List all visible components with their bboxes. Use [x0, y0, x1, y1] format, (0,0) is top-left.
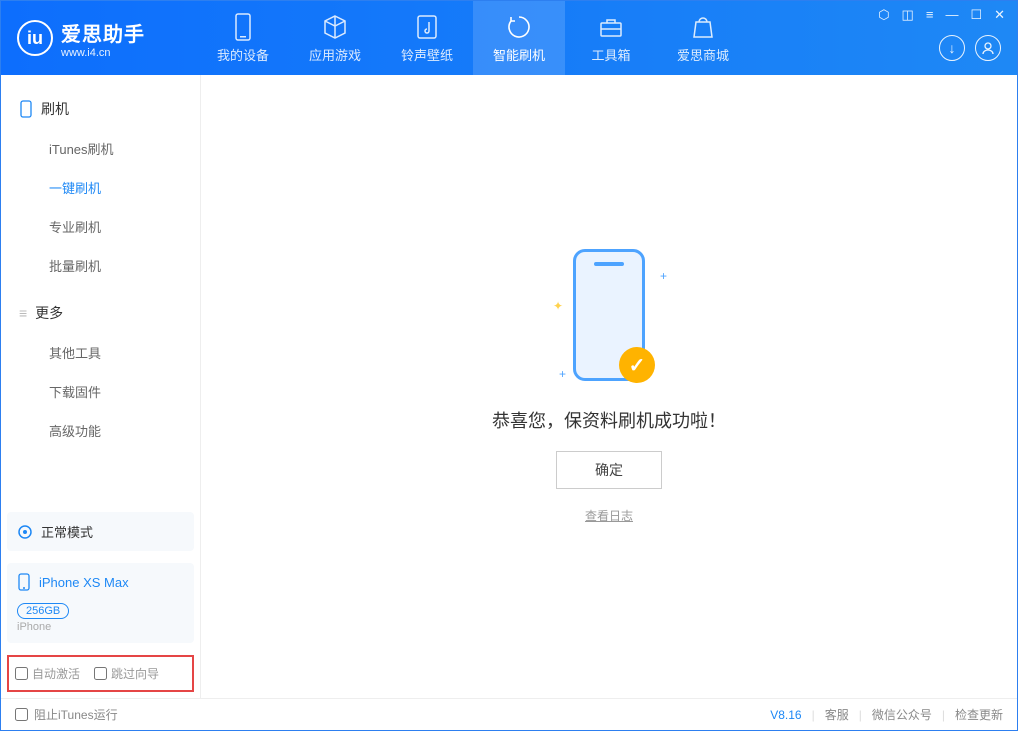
sidebar-head-label: 更多	[35, 303, 63, 323]
close-button[interactable]: ✕	[994, 7, 1005, 23]
menu-icon[interactable]: ≡	[926, 7, 934, 23]
device-mode: 正常模式	[17, 522, 184, 541]
tab-ringtones[interactable]: 铃声壁纸	[381, 1, 473, 75]
sidebar-section-flash: 刷机 iTunes刷机 一键刷机 专业刷机 批量刷机	[1, 89, 200, 285]
sidebar-head-label: 刷机	[41, 99, 69, 119]
auto-activate-checkbox[interactable]	[15, 667, 28, 680]
check-label: 跳过向导	[111, 665, 159, 682]
user-icons: ↓	[939, 35, 1005, 69]
main-tabs: 我的设备 应用游戏 铃声壁纸 智能刷机 工具箱 爱思商城	[197, 1, 749, 75]
logo-icon: iu	[17, 20, 53, 56]
device-icon	[229, 13, 257, 41]
maximize-button[interactable]: ☐	[970, 7, 982, 23]
tab-apps-games[interactable]: 应用游戏	[289, 1, 381, 75]
sidebar-item-itunes-flash[interactable]: iTunes刷机	[1, 129, 200, 168]
device-phone-icon	[17, 573, 31, 591]
shirt-icon[interactable]: ⬡	[878, 7, 889, 23]
check-label: 自动激活	[32, 665, 80, 682]
user-icon[interactable]	[975, 35, 1001, 61]
sidebar-item-batch-flash[interactable]: 批量刷机	[1, 246, 200, 285]
sidebar-item-advanced[interactable]: 高级功能	[1, 411, 200, 450]
device-row: iPhone XS Max	[17, 573, 184, 591]
download-icon[interactable]: ↓	[939, 35, 965, 61]
success-message: 恭喜您，保资料刷机成功啦！	[492, 407, 726, 433]
update-link[interactable]: 检查更新	[955, 706, 1003, 723]
success-illustration: ✦ + + ✓	[549, 249, 669, 389]
tab-label: 我的设备	[217, 45, 269, 64]
block-itunes-label: 阻止iTunes运行	[34, 706, 118, 723]
footer-left: 阻止iTunes运行	[15, 706, 118, 723]
check-skip-wizard[interactable]: 跳过向导	[94, 665, 159, 682]
sidebar-head-flash: 刷机	[1, 89, 200, 129]
sidebar-item-pro-flash[interactable]: 专业刷机	[1, 207, 200, 246]
header-right: ⬡ ◫ ≡ — ☐ ✕ ↓	[878, 1, 1005, 75]
lock-icon[interactable]: ◫	[902, 7, 914, 23]
view-log-link[interactable]: 查看日志	[585, 507, 633, 524]
window-controls: ⬡ ◫ ≡ — ☐ ✕	[878, 7, 1005, 23]
tab-store[interactable]: 爱思商城	[657, 1, 749, 75]
separator: |	[942, 708, 945, 722]
device-info-box[interactable]: iPhone XS Max 256GB iPhone	[7, 563, 194, 643]
sidebar-section-more: ≡ 更多 其他工具 下载固件 高级功能	[1, 293, 200, 450]
device-mode-box: 正常模式	[7, 512, 194, 551]
check-badge-icon: ✓	[619, 347, 655, 383]
device-mode-label: 正常模式	[41, 522, 93, 541]
tab-label: 爱思商城	[677, 45, 729, 64]
tab-label: 铃声壁纸	[401, 45, 453, 64]
device-info: 256GB iPhone	[17, 599, 184, 633]
device-type: iPhone	[17, 621, 184, 633]
body-area: 刷机 iTunes刷机 一键刷机 专业刷机 批量刷机 ≡ 更多 其他工具 下载固…	[1, 75, 1017, 698]
kefu-link[interactable]: 客服	[825, 706, 849, 723]
sparkle-icon: +	[660, 269, 667, 283]
toolbox-icon	[597, 13, 625, 41]
list-icon: ≡	[19, 305, 27, 321]
sidebar-item-one-click[interactable]: 一键刷机	[1, 168, 200, 207]
sidebar-head-more: ≡ 更多	[1, 293, 200, 333]
sidebar: 刷机 iTunes刷机 一键刷机 专业刷机 批量刷机 ≡ 更多 其他工具 下载固…	[1, 75, 201, 698]
app-subtitle: www.i4.cn	[61, 47, 145, 59]
tab-label: 智能刷机	[493, 45, 545, 64]
sidebar-item-download-fw[interactable]: 下载固件	[1, 372, 200, 411]
phone-outline-icon	[19, 100, 33, 118]
sparkle-icon: +	[559, 367, 566, 381]
music-icon	[413, 13, 441, 41]
separator: |	[812, 708, 815, 722]
tab-toolbox[interactable]: 工具箱	[565, 1, 657, 75]
main-content: ✦ + + ✓ 恭喜您，保资料刷机成功啦！ 确定 查看日志	[201, 75, 1017, 698]
tab-label: 应用游戏	[309, 45, 361, 64]
skip-wizard-checkbox[interactable]	[94, 667, 107, 680]
logo-text: 爱思助手 www.i4.cn	[61, 18, 145, 59]
footer: 阻止iTunes运行 V8.16 | 客服 | 微信公众号 | 检查更新	[1, 698, 1017, 730]
sidebar-scroll: 刷机 iTunes刷机 一键刷机 专业刷机 批量刷机 ≡ 更多 其他工具 下载固…	[1, 75, 200, 506]
device-name: iPhone XS Max	[39, 575, 129, 590]
device-capacity: 256GB	[17, 603, 69, 619]
ok-button[interactable]: 确定	[556, 451, 662, 489]
tab-label: 工具箱	[591, 45, 630, 64]
sparkle-icon: ✦	[553, 299, 563, 313]
minimize-button[interactable]: —	[945, 7, 958, 23]
tab-smart-flash[interactable]: 智能刷机	[473, 1, 565, 75]
footer-right: V8.16 | 客服 | 微信公众号 | 检查更新	[770, 706, 1003, 723]
bag-icon	[689, 13, 717, 41]
check-auto-activate[interactable]: 自动激活	[15, 665, 80, 682]
checks-row: 自动激活 跳过向导	[7, 655, 194, 692]
wechat-link[interactable]: 微信公众号	[872, 706, 932, 723]
tab-my-device[interactable]: 我的设备	[197, 1, 289, 75]
separator: |	[859, 708, 862, 722]
logo-area: iu 爱思助手 www.i4.cn	[17, 18, 197, 59]
block-itunes-checkbox[interactable]	[15, 708, 28, 721]
refresh-shield-icon	[505, 13, 533, 41]
version-label: V8.16	[770, 708, 801, 722]
sidebar-item-other-tools[interactable]: 其他工具	[1, 333, 200, 372]
cube-icon	[321, 13, 349, 41]
app-title: 爱思助手	[61, 18, 145, 47]
mode-dot-icon	[17, 524, 33, 540]
app-header: iu 爱思助手 www.i4.cn 我的设备 应用游戏 铃声壁纸 智能刷机 工具…	[1, 1, 1017, 75]
